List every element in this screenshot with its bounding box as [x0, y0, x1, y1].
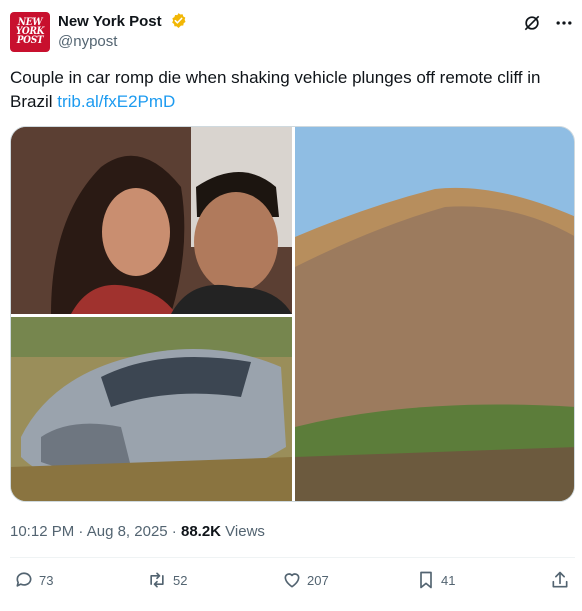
heart-icon [284, 573, 300, 588]
tweet-link[interactable]: trib.al/fxE2PmD [57, 92, 175, 111]
reply-icon [16, 572, 32, 587]
reply-count: 73 [39, 572, 54, 588]
bookmark-icon [420, 571, 432, 589]
tweet-header: NEW YORK POST New York Post @nypost [8, 10, 574, 54]
meta-separator-2: · [167, 523, 181, 540]
car-photo-shapes [11, 317, 292, 501]
account-name[interactable]: New York Post [58, 13, 162, 30]
tweet-time[interactable]: 10:12 PM [10, 523, 74, 540]
repost-count: 52 [173, 572, 188, 588]
photo-cliff-rock[interactable] [295, 127, 574, 501]
avatar[interactable]: NEW YORK POST [10, 12, 50, 52]
like-button[interactable]: 207 [282, 570, 329, 590]
share-button[interactable] [550, 570, 570, 590]
bookmark-button[interactable]: 41 [416, 570, 455, 590]
header-actions [522, 12, 574, 34]
photo-couple-selfie[interactable] [11, 127, 292, 314]
like-count: 207 [307, 572, 329, 588]
tweet-date[interactable]: Aug 8, 2025 [87, 523, 168, 540]
avatar-line-3: POST [16, 34, 44, 47]
more-options-icon[interactable] [554, 13, 574, 33]
divider [10, 557, 575, 558]
media-grid [10, 126, 575, 502]
photo-crashed-car[interactable] [11, 317, 292, 501]
views-label: Views [221, 523, 265, 540]
cliff-photo-shapes [295, 127, 574, 501]
meta-separator: · [74, 523, 87, 540]
account-name-row[interactable]: New York Post [58, 12, 187, 32]
verified-badge-icon [172, 13, 186, 28]
account-handle[interactable]: @nypost [58, 32, 117, 52]
bookmark-count: 41 [441, 572, 456, 588]
reply-button[interactable]: 73 [14, 570, 53, 590]
views-count: 88.2K [180, 523, 222, 540]
tweet-text: Couple in car romp die when shaking vehi… [10, 66, 570, 114]
repost-button[interactable]: 52 [146, 570, 187, 590]
couple-photo-shapes [11, 127, 292, 314]
grok-icon[interactable] [522, 13, 542, 33]
tweet-meta: 10:12 PM · Aug 8, 2025 · 88.2K Views [10, 522, 265, 542]
repost-icon [150, 572, 164, 588]
share-icon [552, 571, 568, 588]
action-bar: 73 52 207 41 [10, 570, 572, 594]
